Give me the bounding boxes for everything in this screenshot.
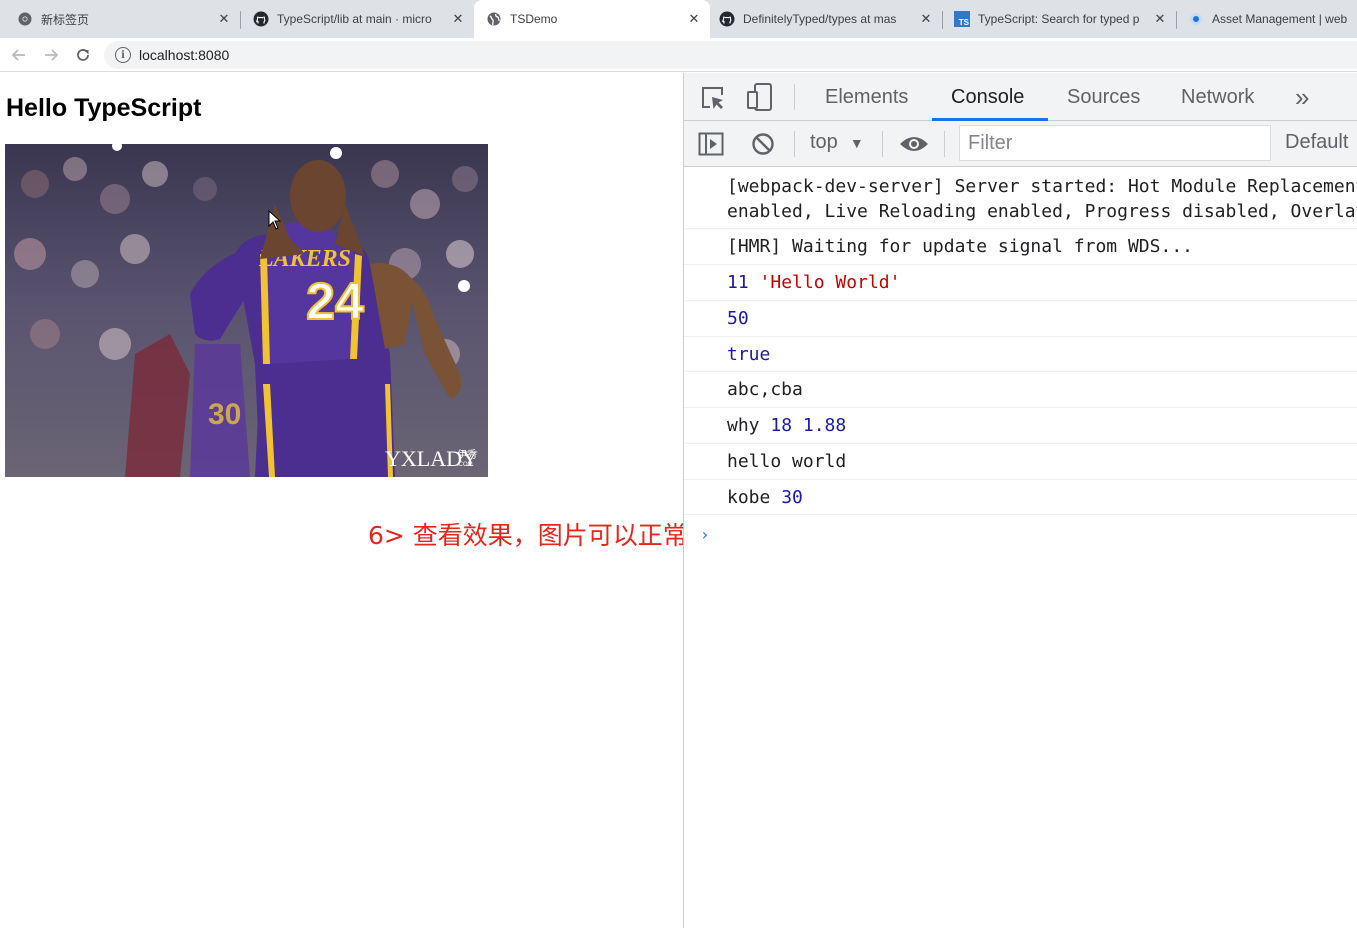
chrome-icon — [17, 11, 33, 27]
toolbar-divider — [882, 131, 883, 157]
tab-title: TypeScript/lib at main · micro — [277, 12, 432, 26]
tab-sources[interactable]: Sources — [1067, 73, 1140, 121]
console-message[interactable]: [HMR] Waiting for update signal from WDS… — [684, 229, 1357, 265]
log-levels-dropdown[interactable]: Default — [1285, 131, 1348, 154]
console-message-line: enabled, Live Reloading enabled, Progres… — [727, 201, 1357, 222]
reload-button[interactable] — [70, 42, 96, 68]
address-bar[interactable]: i localhost:8080 — [104, 41, 1357, 69]
forward-button[interactable] — [38, 42, 64, 68]
tab-elements[interactable]: Elements — [825, 73, 908, 121]
dropdown-caret-icon: ▼ — [849, 134, 864, 151]
console-prompt-chevron-icon[interactable]: › — [700, 525, 710, 544]
tab-network[interactable]: Network — [1181, 73, 1254, 121]
console-message[interactable]: hello world — [684, 444, 1357, 480]
console-message[interactable]: abc,cba — [684, 372, 1357, 408]
tab-title: TypeScript: Search for typed p — [978, 12, 1140, 26]
clear-console-icon[interactable] — [749, 130, 777, 158]
watermark-sub-text: 伊秀 — [457, 449, 477, 461]
github-icon — [719, 11, 735, 27]
console-toolbar: top ▼ Filter Default — [684, 121, 1357, 167]
player-photo: 30 LAKERS 24 YXLADY 伊秀 .COM — [5, 144, 488, 477]
more-tabs-chevron-icon[interactable]: » — [1295, 73, 1309, 121]
console-number: 11 — [727, 272, 749, 293]
tab-title: TSDemo — [510, 12, 558, 26]
browser-tab-new-tab[interactable]: 新标签页 ✕ — [0, 0, 240, 38]
close-icon[interactable]: ✕ — [1152, 11, 1168, 27]
close-icon[interactable]: ✕ — [686, 11, 702, 27]
forward-arrow-icon — [45, 49, 59, 61]
console-message-line: [webpack-dev-server] Server started: Hot… — [727, 176, 1357, 197]
console-boolean: true — [727, 344, 771, 365]
console-text: why — [727, 415, 760, 436]
live-expression-eye-icon[interactable] — [898, 130, 930, 158]
console-message[interactable]: kobe 30 — [684, 480, 1357, 515]
browser-tab-strip: 新标签页 ✕ TypeScript/lib at main · micro ✕ … — [0, 0, 1357, 38]
console-filter-input[interactable]: Filter — [959, 125, 1271, 161]
browser-tab-definitelytyped[interactable]: DefinitelyTyped/types at mas ✕ — [710, 0, 942, 38]
mouse-cursor-icon — [268, 210, 282, 230]
back-button[interactable] — [6, 42, 32, 68]
github-icon — [253, 11, 269, 27]
address-url: localhost:8080 — [139, 47, 230, 63]
watermark-com-text: .COM — [457, 462, 473, 468]
sidebar-toggle-icon[interactable] — [697, 130, 725, 158]
browser-tab-asset-management[interactable]: Asset Management | web — [1176, 0, 1357, 38]
console-number: 18 1.88 — [770, 415, 847, 436]
jersey-number-text: 24 — [306, 273, 364, 331]
device-toolbar-icon[interactable] — [744, 81, 774, 113]
page-viewport: Hello TypeScript 30 LAKERS 24 YXLADY 伊秀 … — [0, 73, 683, 928]
page-heading: Hello TypeScript — [6, 94, 202, 122]
console-message[interactable]: true — [684, 337, 1357, 372]
context-selector-value: top — [810, 131, 838, 153]
browser-toolbar: i localhost:8080 — [0, 38, 1357, 72]
tab-console[interactable]: Console — [951, 73, 1024, 121]
console-message[interactable]: 50 — [684, 301, 1357, 337]
console-message[interactable]: [webpack-dev-server] Server started: Hot… — [684, 168, 1357, 229]
devtools-tab-bar: Elements Console Sources Network » — [684, 73, 1357, 121]
browser-tab-typescript-search[interactable]: TS TypeScript: Search for typed p ✕ — [942, 0, 1176, 38]
info-icon[interactable]: i — [115, 47, 131, 63]
context-selector[interactable]: top ▼ — [810, 131, 864, 154]
devtools-panel: Elements Console Sources Network » top ▼… — [683, 73, 1357, 928]
browser-tab-typescript-lib[interactable]: TypeScript/lib at main · micro ✕ — [236, 0, 474, 38]
console-number: 30 — [781, 487, 803, 508]
close-icon[interactable]: ✕ — [918, 11, 934, 27]
close-icon[interactable]: ✕ — [450, 11, 466, 27]
console-string: 'Hello World' — [759, 272, 901, 293]
circle-icon — [1188, 11, 1204, 27]
globe-icon — [486, 11, 502, 27]
tab-title: Asset Management | web — [1212, 12, 1348, 26]
console-text: kobe — [727, 487, 771, 508]
console-number: 50 — [727, 308, 749, 329]
browser-tab-tsdemo[interactable]: TSDemo ✕ — [474, 0, 710, 38]
console-messages: [webpack-dev-server] Server started: Hot… — [684, 168, 1357, 515]
toolbar-divider — [944, 131, 945, 157]
svg-text:30: 30 — [208, 398, 241, 431]
reload-icon — [77, 49, 89, 61]
ts-icon: TS — [954, 11, 970, 27]
console-message[interactable]: 11 'Hello World' — [684, 265, 1357, 301]
toolbar-divider — [794, 84, 795, 110]
close-icon[interactable]: ✕ — [216, 11, 232, 27]
console-message[interactable]: why 18 1.88 — [684, 408, 1357, 444]
back-arrow-icon — [11, 49, 25, 61]
tab-title: 新标签页 — [41, 12, 90, 27]
toolbar-divider — [794, 131, 795, 157]
svg-text:TS: TS — [959, 18, 970, 27]
tab-title: DefinitelyTyped/types at mas — [743, 12, 897, 26]
inspect-element-icon[interactable] — [698, 83, 728, 113]
